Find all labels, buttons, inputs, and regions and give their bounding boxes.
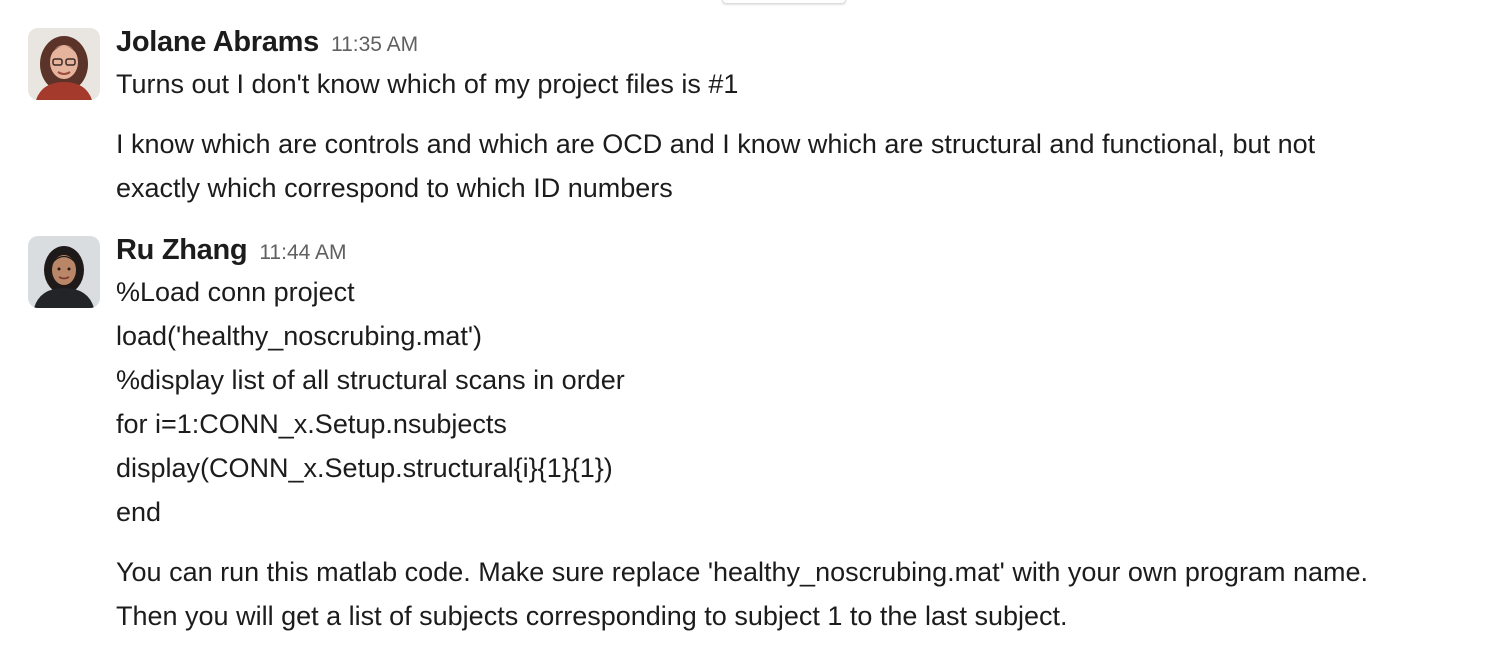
message-line: end — [116, 497, 162, 527]
avatar[interactable] — [28, 28, 100, 100]
message-text: Turns out I don't know which of my proje… — [116, 62, 1490, 210]
message-line: %Load conn project — [116, 277, 355, 307]
sender-name[interactable]: Ru Zhang — [116, 234, 248, 266]
message-timestamp[interactable]: 11:44 AM — [259, 241, 346, 264]
avatar[interactable] — [28, 236, 100, 308]
message-line: for i=1:CONN_x.Setup.nsubjects — [116, 409, 507, 439]
sender-name[interactable]: Jolane Abrams — [116, 26, 319, 58]
message-text: %Load conn project load('healthy_noscrub… — [116, 270, 1490, 638]
message-line: display(CONN_x.Setup.structural{i}{1}{1}… — [116, 453, 613, 483]
message-line: exactly which correspond to which ID num… — [116, 173, 673, 203]
message-timestamp[interactable]: 11:35 AM — [331, 33, 418, 56]
message-line: Then you will get a list of subjects cor… — [116, 601, 1068, 631]
message-line: I know which are controls and which are … — [116, 129, 1316, 159]
message-line: %display list of all structural scans in… — [116, 365, 625, 395]
message-line: load('healthy_noscrubing.mat') — [116, 321, 483, 351]
scroll-indicator — [722, 0, 846, 4]
message-line: You can run this matlab code. Make sure … — [116, 557, 1368, 587]
message-line: Turns out I don't know which of my proje… — [116, 69, 739, 99]
